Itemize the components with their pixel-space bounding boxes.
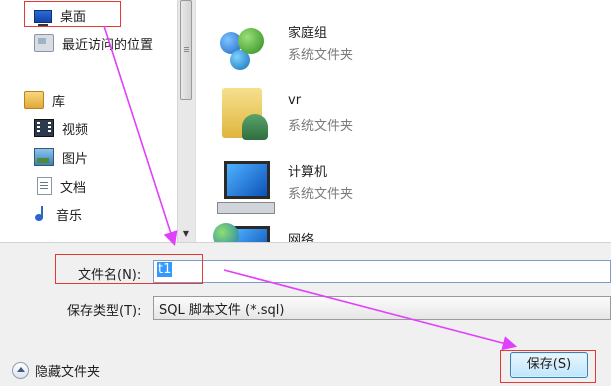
item-name: 计算机	[288, 165, 328, 180]
documents-icon	[37, 177, 52, 195]
hide-folders-label: 隐藏文件夹	[35, 365, 101, 380]
pictures-icon	[34, 148, 54, 166]
library-icon	[24, 91, 44, 109]
list-item-user-folder[interactable]: vr 系统文件夹	[216, 88, 596, 148]
save-button[interactable]: 保存(S)	[510, 352, 588, 378]
scrollbar-thumb[interactable]	[180, 0, 192, 100]
nav-item-label: 图片	[62, 151, 89, 167]
nav-item-music[interactable]: 音乐	[34, 203, 82, 225]
list-item-homegroup[interactable]: 家庭组 系统文件夹	[216, 20, 596, 80]
filetype-label: 保存类型(T):	[67, 304, 142, 319]
nav-item-desktop[interactable]: 桌面	[34, 4, 86, 26]
desktop-icon	[34, 9, 52, 26]
nav-item-label: 最近访问的位置	[62, 37, 154, 53]
filename-value: t1	[157, 262, 173, 277]
nav-item-documents[interactable]: 文档	[34, 175, 86, 197]
nav-item-label: 桌面	[60, 9, 87, 25]
nav-item-pictures[interactable]: 图片	[34, 146, 88, 168]
recent-places-icon	[34, 34, 54, 52]
hide-folders-button[interactable]: 隐藏文件夹	[12, 361, 100, 380]
video-icon	[34, 119, 54, 137]
file-list: 家庭组 系统文件夹 vr 系统文件夹 计算机 系统文件夹 网络	[195, 0, 611, 258]
music-icon	[34, 206, 48, 222]
homegroup-icon	[216, 20, 270, 74]
item-type: 系统文件夹	[288, 48, 354, 63]
save-options-panel: 文件名(N): t1 保存类型(T): SQL 脚本文件 (*.sql) 隐藏文…	[0, 242, 611, 386]
nav-scrollbar[interactable]: ▼	[177, 0, 195, 242]
navigation-pane: 桌面 最近访问的位置 库 视频 图片 文档 音乐	[0, 0, 177, 242]
item-type: 系统文件夹	[288, 119, 354, 134]
item-name: vr	[288, 93, 302, 108]
scroll-down-arrow-icon[interactable]: ▼	[180, 228, 192, 240]
user-folder-icon	[222, 88, 268, 140]
nav-item-recent-places[interactable]: 最近访问的位置	[34, 32, 153, 54]
filetype-value: SQL 脚本文件 (*.sql)	[159, 303, 285, 318]
filename-input[interactable]: t1	[153, 260, 611, 283]
nav-item-label: 视频	[62, 122, 89, 138]
nav-item-videos[interactable]: 视频	[34, 117, 88, 139]
nav-item-label: 音乐	[56, 208, 83, 224]
filename-label: 文件名(N):	[78, 268, 142, 283]
nav-item-library[interactable]: 库	[24, 89, 65, 111]
chevron-up-icon	[12, 362, 29, 379]
item-name: 家庭组	[288, 26, 328, 41]
item-type: 系统文件夹	[288, 187, 354, 202]
filetype-select[interactable]: SQL 脚本文件 (*.sql)	[153, 296, 611, 320]
nav-item-label: 库	[52, 94, 66, 110]
nav-item-label: 文档	[60, 180, 87, 196]
computer-icon	[217, 161, 275, 214]
list-item-computer[interactable]: 计算机 系统文件夹	[216, 155, 596, 215]
